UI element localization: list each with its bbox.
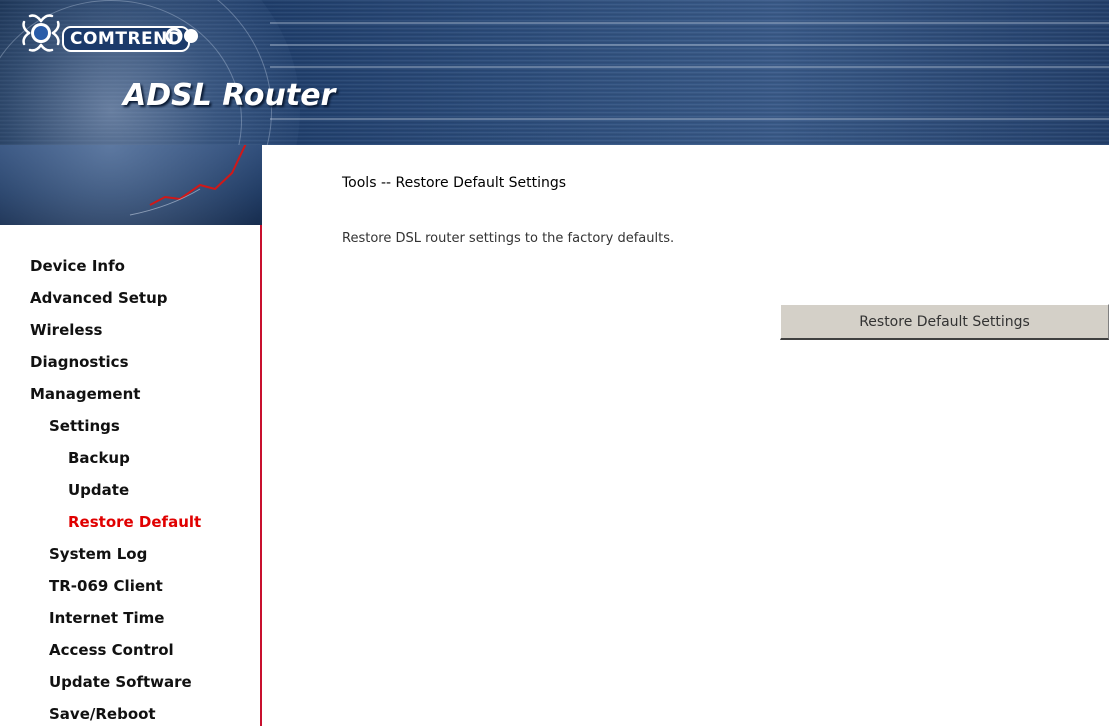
comtrend-logo-icon — [22, 14, 60, 52]
header-stripe — [270, 118, 1109, 120]
sidebar-item-advanced-setup[interactable]: Advanced Setup — [30, 289, 168, 307]
header-banner: COMTREND ADSL Router — [0, 0, 1109, 145]
page-title: Tools -- Restore Default Settings — [342, 175, 567, 191]
sidebar-menu: Device Info Advanced Setup Wireless Diag… — [0, 225, 262, 726]
sidebar-item-update-software[interactable]: Update Software — [49, 673, 192, 691]
sidebar-header-graphic — [0, 145, 262, 225]
sidebar-item-settings[interactable]: Settings — [49, 417, 120, 435]
product-title: ADSL Router — [123, 78, 336, 113]
main-content: Tools -- Restore Default Settings Restor… — [262, 145, 1109, 726]
brand-circles-icon — [165, 27, 198, 45]
sidebar-item-wireless[interactable]: Wireless — [30, 321, 102, 339]
sidebar-item-management[interactable]: Management — [30, 385, 140, 403]
sidebar-item-backup[interactable]: Backup — [68, 449, 130, 467]
sidebar-item-diagnostics[interactable]: Diagnostics — [30, 353, 129, 371]
sidebar-item-device-info[interactable]: Device Info — [30, 257, 125, 275]
sidebar-item-access-control[interactable]: Access Control — [49, 641, 174, 659]
page-description: Restore DSL router settings to the facto… — [342, 231, 675, 246]
header-stripe — [270, 22, 1109, 24]
sidebar-item-internet-time[interactable]: Internet Time — [49, 609, 164, 627]
sidebar-item-update[interactable]: Update — [68, 481, 129, 499]
sidebar-item-tr069-client[interactable]: TR-069 Client — [49, 577, 163, 595]
sidebar-item-save-reboot[interactable]: Save/Reboot — [49, 705, 156, 723]
restore-default-settings-button[interactable]: Restore Default Settings — [780, 304, 1109, 340]
header-stripe — [270, 66, 1109, 68]
sidebar-item-system-log[interactable]: System Log — [49, 545, 147, 563]
sidebar-item-restore-default[interactable]: Restore Default — [68, 513, 201, 531]
signal-line-icon — [129, 145, 247, 216]
header-stripe — [270, 44, 1109, 46]
